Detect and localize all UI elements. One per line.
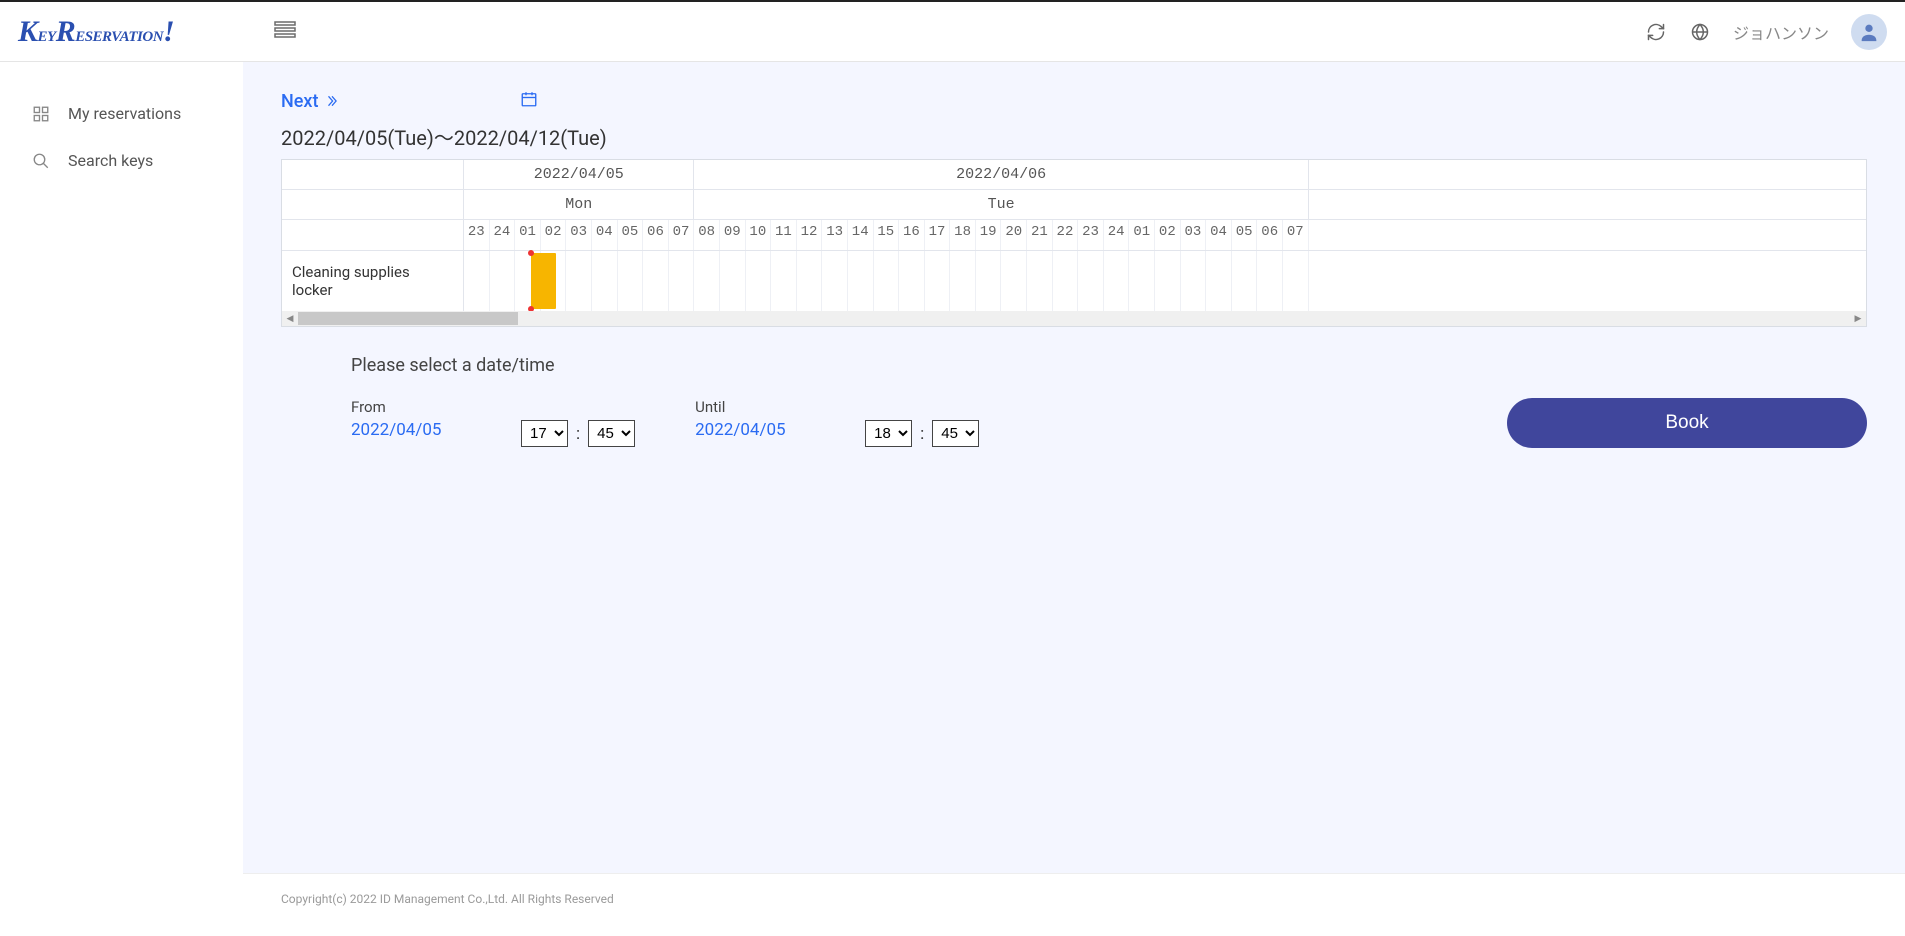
book-button[interactable]: Book [1507,398,1867,448]
from-date-picker[interactable]: 2022/04/05 [351,420,461,440]
menu-toggle-icon[interactable] [274,21,296,43]
schedule-grid: 2022/04/052022/04/06 MonTue 232401020304… [281,159,1867,327]
sidebar-item-label: Search keys [68,151,153,170]
sidebar: My reservations Search keys [0,62,243,936]
date-range-label: 2022/04/05(Tue)～2022/04/12(Tue) [281,122,1867,151]
footer: Copyright(c) 2022 ID Management Co.,Ltd.… [243,873,1905,936]
scroll-left-icon[interactable]: ◀ [282,314,298,324]
globe-icon[interactable] [1689,21,1711,43]
until-date-picker[interactable]: 2022/04/05 [695,420,805,440]
topbar: KEYRESERVATION! [0,0,1905,62]
schedule-date-header: 2022/04/05 [464,160,694,189]
sidebar-item-my-reservations[interactable]: My reservations [0,90,243,137]
schedule-hour-cell: 04 [1206,220,1232,250]
schedule-hour-cell: 02 [1155,220,1181,250]
schedule-hour-cell: 03 [1181,220,1207,250]
refresh-icon[interactable] [1645,21,1667,43]
schedule-hour-cell: 20 [1001,220,1027,250]
schedule-hour-cell: 06 [643,220,669,250]
schedule-hour-cell: 05 [1232,220,1258,250]
from-minute-select[interactable]: 45 [588,420,635,447]
next-button[interactable]: Next [281,91,340,112]
schedule-hour-cell: 23 [1078,220,1104,250]
from-hour-select[interactable]: 17 [521,420,568,447]
schedule-hour-cell: 23 [464,220,490,250]
schedule-hour-cell: 03 [566,220,592,250]
schedule-hour-cell: 19 [976,220,1002,250]
schedule-hour-cell: 01 [1129,220,1155,250]
from-label: From [351,398,461,416]
schedule-hour-cell: 04 [592,220,618,250]
until-minute-select[interactable]: 45 [932,420,979,447]
scroll-right-icon[interactable]: ▶ [1850,314,1866,324]
schedule-hour-cell: 12 [797,220,823,250]
schedule-hour-cell: 08 [694,220,720,250]
schedule-hour-cell: 02 [541,220,567,250]
schedule-date-header: 2022/04/06 [694,160,1308,189]
schedule-dow-header: Mon [464,190,694,219]
until-label: Until [695,398,805,416]
sidebar-item-label: My reservations [68,104,181,123]
schedule-hour-cell: 22 [1053,220,1079,250]
schedule-hour-cell: 07 [669,220,695,250]
schedule-dow-header: Tue [694,190,1308,219]
schedule-hour-cell: 01 [515,220,541,250]
schedule-hour-cell: 06 [1257,220,1283,250]
schedule-row[interactable]: Cleaning supplies locker [282,251,1866,311]
until-hour-select[interactable]: 18 [865,420,912,447]
schedule-hour-cell: 21 [1027,220,1053,250]
next-label: Next [281,91,318,112]
schedule-hour-cell: 24 [490,220,516,250]
schedule-hour-cell: 14 [848,220,874,250]
booking-block[interactable] [531,253,557,309]
copyright-text: Copyright(c) 2022 ID Management Co.,Ltd.… [281,892,614,906]
scroll-thumb[interactable] [298,312,518,325]
brand-logo[interactable]: KEYRESERVATION! [18,15,174,49]
schedule-hour-cell: 17 [925,220,951,250]
schedule-hour-cell: 09 [720,220,746,250]
schedule-hour-cell: 18 [950,220,976,250]
schedule-hour-cell: 16 [899,220,925,250]
schedule-hour-cell: 10 [746,220,772,250]
schedule-hour-cell: 07 [1283,220,1309,250]
username-label: ジョハンソン [1733,20,1829,44]
schedule-hour-cell: 24 [1104,220,1130,250]
avatar[interactable] [1851,14,1887,50]
schedule-row-label: Cleaning supplies locker [282,251,464,311]
calendar-icon[interactable] [520,90,538,112]
schedule-scrollbar[interactable]: ◀ ▶ [282,311,1866,326]
sidebar-item-search-keys[interactable]: Search keys [0,137,243,184]
form-title: Please select a date/time [351,355,1867,376]
schedule-hour-cell: 13 [822,220,848,250]
schedule-hour-cell: 11 [771,220,797,250]
schedule-hour-cell: 15 [874,220,900,250]
schedule-hour-cell: 05 [618,220,644,250]
